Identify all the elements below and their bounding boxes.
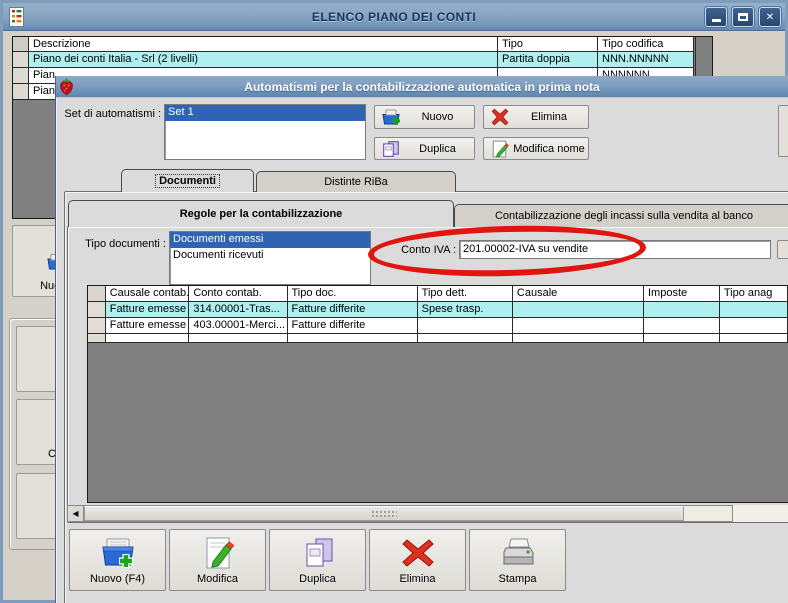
- set-automatismi-listbox[interactable]: Set 1: [164, 104, 366, 160]
- nuovo-f4-label: Nuovo (F4): [89, 573, 146, 585]
- col-tipo-doc[interactable]: Tipo doc.: [287, 286, 418, 302]
- minimize-icon: [711, 18, 721, 22]
- set-nuovo-label: Nuovo: [421, 111, 454, 123]
- table-header-row: Descrizione Tipo Tipo codifica: [13, 37, 712, 52]
- set-modifica-nome-button[interactable]: Modifica nome: [483, 137, 589, 160]
- col-tipo-dett[interactable]: Tipo dett.: [417, 286, 513, 302]
- set-duplica-button[interactable]: Duplica: [374, 137, 475, 160]
- nuovo-f4-button[interactable]: Nuovo (F4): [69, 529, 166, 591]
- stampa-button[interactable]: Stampa: [469, 529, 566, 591]
- table-row[interactable]: Piano dei conti Italia - Srl (2 livelli)…: [13, 52, 712, 68]
- set-nuovo-button[interactable]: Nuovo: [374, 105, 475, 129]
- tipo-documenti-label: Tipo documenti :: [85, 238, 166, 250]
- dialog-titlebar[interactable]: Automatismi per la contabilizzazione aut…: [56, 76, 788, 98]
- close-icon: ✕: [765, 11, 775, 23]
- col-causale[interactable]: Causale: [512, 286, 644, 302]
- grid-hscrollbar[interactable]: ◀: [67, 505, 733, 522]
- dialog-automatismi: Automatismi per la contabilizzazione aut…: [55, 76, 788, 603]
- new-record-icon: [101, 538, 134, 568]
- maximize-icon: [738, 13, 748, 21]
- tab-incassi-label: Contabilizzazione degli incassi sulla ve…: [494, 210, 754, 222]
- screen: ELENCO PIANO DEI CONTI ✕ Descrizione Tip…: [0, 0, 788, 603]
- modifica-label: Modifica: [197, 573, 238, 585]
- tipo-doc-item-ricevuti[interactable]: Documenti ricevuti: [170, 248, 370, 264]
- delete-icon: [491, 108, 509, 126]
- regole-grid: Causale contab. Conto contab. Tipo doc. …: [87, 285, 788, 503]
- conto-iva-lookup-button[interactable]: [777, 240, 788, 259]
- duplicate-icon: [383, 140, 399, 157]
- elimina-label: Elimina: [399, 573, 436, 585]
- tipo-doc-item-emessi[interactable]: Documenti emessi: [170, 232, 370, 248]
- minimize-button[interactable]: [705, 7, 727, 27]
- col-causale-contab[interactable]: Causale contab.: [105, 286, 190, 302]
- grid-empty-row: [88, 334, 788, 343]
- scrollbar-thumb[interactable]: [84, 506, 684, 521]
- row-selector-header: [13, 37, 29, 52]
- edit-record-icon: [206, 537, 234, 569]
- col-conto-contab[interactable]: Conto contab.: [189, 286, 288, 302]
- dialog-title: Automatismi per la contabilizzazione aut…: [244, 79, 600, 94]
- col-tipo[interactable]: Tipo: [498, 37, 598, 52]
- tab-contabilizzazione-incassi[interactable]: Contabilizzazione degli incassi sulla ve…: [454, 204, 788, 227]
- tab-distinte-label: Distinte RiBa: [324, 176, 388, 188]
- grid-row[interactable]: Fatture emesse 314.00001-Tras... Fatture…: [88, 302, 788, 318]
- scrollbar-track-rest[interactable]: [733, 505, 788, 522]
- window-title: ELENCO PIANO DEI CONTI: [311, 9, 477, 24]
- set-duplica-label: Duplica: [419, 142, 456, 155]
- set-automatismi-label: Set di automatismi :: [64, 108, 161, 120]
- tab-distinte-riba[interactable]: Distinte RiBa: [256, 171, 456, 192]
- maximize-button[interactable]: [732, 7, 754, 27]
- col-tipo-anag[interactable]: Tipo anag: [719, 286, 788, 302]
- tab-regole-label: Regole per la contabilizzazione: [179, 208, 343, 220]
- delete-record-icon: [401, 539, 434, 567]
- col-imposte[interactable]: Imposte: [644, 286, 720, 302]
- elimina-button[interactable]: Elimina: [369, 529, 466, 591]
- grid-row[interactable]: Fatture emesse 403.00001-Merci... Fattur…: [88, 318, 788, 334]
- grid-header-row: Causale contab. Conto contab. Tipo doc. …: [88, 286, 788, 302]
- tipo-documenti-listbox[interactable]: Documenti emessi Documenti ricevuti: [169, 231, 371, 285]
- set-elimina-label: Elimina: [530, 111, 568, 123]
- set-modifica-nome-label: Modifica nome: [513, 142, 585, 155]
- tab-documenti-label: Documenti: [155, 174, 220, 188]
- set-list-item[interactable]: Set 1: [165, 105, 365, 121]
- window-titlebar[interactable]: ELENCO PIANO DEI CONTI ✕: [3, 3, 785, 31]
- modifica-button[interactable]: Modifica: [169, 529, 266, 591]
- tab-documenti[interactable]: Documenti: [121, 169, 254, 192]
- stampa-label: Stampa: [498, 573, 537, 585]
- set-elimina-button[interactable]: Elimina: [483, 105, 589, 129]
- edit-icon: [492, 140, 509, 157]
- duplica-label: Duplica: [299, 573, 336, 585]
- printer-icon: [503, 538, 533, 565]
- col-tipo-codifica[interactable]: Tipo codifica: [598, 37, 694, 52]
- tab-regole-contabilizzazione[interactable]: Regole per la contabilizzazione: [68, 200, 454, 227]
- duplicate-record-icon: [306, 538, 332, 567]
- duplica-button[interactable]: Duplica: [269, 529, 366, 591]
- col-descrizione[interactable]: Descrizione: [29, 37, 498, 52]
- grid-selector-header: [88, 286, 106, 302]
- new-icon: [382, 109, 400, 125]
- close-button[interactable]: ✕: [759, 7, 781, 27]
- scrollbar-grip-icon: [371, 510, 397, 517]
- clipped-right-button[interactable]: [778, 105, 788, 157]
- scroll-left-arrow[interactable]: ◀: [68, 506, 84, 521]
